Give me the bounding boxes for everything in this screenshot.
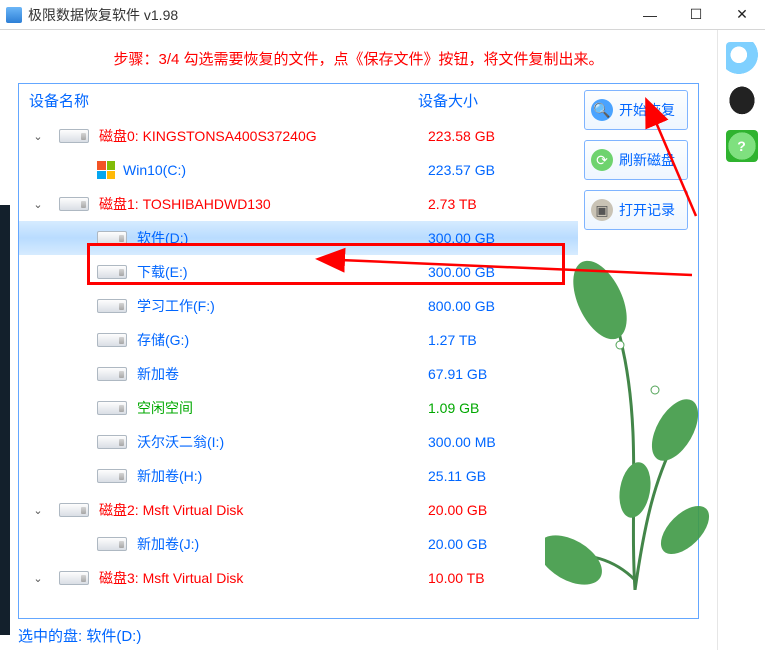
tree-row[interactable]: ⌄ 磁盘0: KINGSTONSA400S37240G223.58 GB bbox=[19, 119, 578, 153]
maximize-button[interactable]: ☐ bbox=[673, 0, 719, 30]
row-size: 2.73 TB bbox=[428, 196, 578, 212]
disk-icon bbox=[59, 503, 89, 517]
row-label: 磁盘1: TOSHIBAHDWD130 bbox=[99, 194, 428, 214]
expander-icon bbox=[31, 367, 45, 381]
expander-icon[interactable]: ⌄ bbox=[31, 197, 45, 211]
tree-row[interactable]: 软件(D:)300.00 GB bbox=[19, 221, 578, 255]
row-size: 223.58 GB bbox=[428, 128, 578, 144]
row-label: 新加卷(H:) bbox=[137, 466, 428, 486]
main-area: 步骤：3/4 勾选需要恢复的文件，点《保存文件》按钮，将文件复制出来。 设备名称… bbox=[0, 30, 717, 650]
row-label: Win10(C:) bbox=[123, 162, 428, 178]
row-label: 新加卷 bbox=[137, 364, 428, 384]
windows-logo-icon bbox=[97, 161, 115, 179]
device-tree-pane: 设备名称 设备大小 ⌄ 磁盘0: KINGSTONSA400S37240G223.… bbox=[19, 84, 578, 618]
row-size: 300.00 GB bbox=[428, 264, 578, 280]
row-label: 磁盘0: KINGSTONSA400S37240G bbox=[99, 126, 428, 146]
disk-icon bbox=[97, 231, 127, 245]
app-icon bbox=[6, 7, 22, 23]
action-column: 🔍 开始恢复 ⟳ 刷新磁盘 ▣ 打开记录 bbox=[578, 84, 698, 618]
disk-icon bbox=[97, 367, 127, 381]
disk-icon bbox=[59, 129, 89, 143]
tree-row[interactable]: 新加卷(J:)20.00 GB bbox=[19, 527, 578, 561]
row-label: 磁盘3: Msft Virtual Disk bbox=[99, 568, 428, 588]
start-recover-button[interactable]: 🔍 开始恢复 bbox=[584, 90, 688, 130]
row-size: 300.00 MB bbox=[428, 434, 578, 450]
window-title: 极限数据恢复软件 v1.98 bbox=[28, 5, 627, 25]
tree-row[interactable]: 新加卷(H:)25.11 GB bbox=[19, 459, 578, 493]
disk-icon bbox=[97, 469, 127, 483]
row-size: 25.11 GB bbox=[428, 468, 578, 484]
close-button[interactable]: ✕ bbox=[719, 0, 765, 30]
disk-icon bbox=[97, 401, 127, 415]
refresh-disk-button[interactable]: ⟳ 刷新磁盘 bbox=[584, 140, 688, 180]
row-size: 67.91 GB bbox=[428, 366, 578, 382]
expander-icon[interactable]: ⌄ bbox=[31, 503, 45, 517]
row-label: 存储(G:) bbox=[137, 330, 428, 350]
row-label: 下载(E:) bbox=[137, 262, 428, 282]
panel: 设备名称 设备大小 ⌄ 磁盘0: KINGSTONSA400S37240G223.… bbox=[18, 83, 699, 619]
minimize-button[interactable]: — bbox=[627, 0, 673, 30]
disk-icon bbox=[59, 571, 89, 585]
tree-row[interactable]: 新加卷67.91 GB bbox=[19, 357, 578, 391]
row-size: 10.00 TB bbox=[428, 570, 578, 586]
disk-icon bbox=[97, 265, 127, 279]
step-info: 步骤：3/4 勾选需要恢复的文件，点《保存文件》按钮，将文件复制出来。 bbox=[0, 30, 717, 83]
row-size: 223.57 GB bbox=[428, 162, 578, 178]
disk-icon bbox=[97, 537, 127, 551]
row-size: 1.27 TB bbox=[428, 332, 578, 348]
expander-icon bbox=[31, 265, 45, 279]
expander-icon[interactable]: ⌄ bbox=[31, 129, 45, 143]
tree-row[interactable]: 学习工作(F:)800.00 GB bbox=[19, 289, 578, 323]
row-size: 20.00 GB bbox=[428, 536, 578, 552]
camera-icon: ▣ bbox=[591, 199, 613, 221]
expander-icon bbox=[31, 231, 45, 245]
refresh-disk-label: 刷新磁盘 bbox=[619, 150, 675, 170]
tree-body[interactable]: ⌄ 磁盘0: KINGSTONSA400S37240G223.58 GB Win10… bbox=[19, 117, 578, 618]
sidebar-help-icon[interactable]: ? bbox=[726, 130, 758, 162]
tree-row[interactable]: ⌄ 磁盘1: TOSHIBAHDWD1302.73 TB bbox=[19, 187, 578, 221]
expander-icon bbox=[31, 401, 45, 415]
row-size: 300.00 GB bbox=[428, 230, 578, 246]
refresh-icon: ⟳ bbox=[591, 149, 613, 171]
disk-icon bbox=[97, 333, 127, 347]
open-log-label: 打开记录 bbox=[619, 200, 675, 220]
sidebar-qq-icon[interactable] bbox=[726, 86, 758, 118]
tree-header: 设备名称 设备大小 bbox=[19, 84, 578, 117]
expander-icon bbox=[31, 299, 45, 313]
start-recover-label: 开始恢复 bbox=[619, 100, 675, 120]
open-log-button[interactable]: ▣ 打开记录 bbox=[584, 190, 688, 230]
disk-icon bbox=[59, 197, 89, 211]
tree-row[interactable]: 沃尔沃二翁(I:)300.00 MB bbox=[19, 425, 578, 459]
sidebar-weibo-icon[interactable] bbox=[726, 42, 758, 74]
tree-row[interactable]: 空闲空间1.09 GB bbox=[19, 391, 578, 425]
row-label: 学习工作(F:) bbox=[137, 296, 428, 316]
column-device-size[interactable]: 设备大小 bbox=[418, 90, 568, 111]
expander-icon bbox=[31, 469, 45, 483]
tree-row[interactable]: ⌄ 磁盘2: Msft Virtual Disk20.00 GB bbox=[19, 493, 578, 527]
right-toolbar: ? bbox=[717, 30, 765, 650]
expander-icon bbox=[31, 163, 45, 177]
row-size: 1.09 GB bbox=[428, 400, 578, 416]
row-label: 磁盘2: Msft Virtual Disk bbox=[99, 500, 428, 520]
tree-row[interactable]: Win10(C:)223.57 GB bbox=[19, 153, 578, 187]
row-label: 软件(D:) bbox=[137, 228, 428, 248]
titlebar: 极限数据恢复软件 v1.98 — ☐ ✕ bbox=[0, 0, 765, 30]
disk-icon bbox=[97, 299, 127, 313]
expander-icon bbox=[31, 333, 45, 347]
row-size: 800.00 GB bbox=[428, 298, 578, 314]
tree-row[interactable]: 存储(G:)1.27 TB bbox=[19, 323, 578, 357]
expander-icon bbox=[31, 537, 45, 551]
magnifier-icon: 🔍 bbox=[591, 99, 613, 121]
tree-row[interactable]: ⌄ 磁盘3: Msft Virtual Disk10.00 TB bbox=[19, 561, 578, 595]
expander-icon[interactable]: ⌄ bbox=[31, 571, 45, 585]
row-size: 20.00 GB bbox=[428, 502, 578, 518]
row-label: 空闲空间 bbox=[137, 398, 428, 418]
column-device-name[interactable]: 设备名称 bbox=[29, 90, 418, 111]
row-label: 新加卷(J:) bbox=[137, 534, 428, 554]
row-label: 沃尔沃二翁(I:) bbox=[137, 432, 428, 452]
disk-icon bbox=[97, 435, 127, 449]
expander-icon bbox=[31, 435, 45, 449]
tree-row[interactable]: 下载(E:)300.00 GB bbox=[19, 255, 578, 289]
status-bar: 选中的盘: 软件(D:) bbox=[0, 619, 717, 650]
